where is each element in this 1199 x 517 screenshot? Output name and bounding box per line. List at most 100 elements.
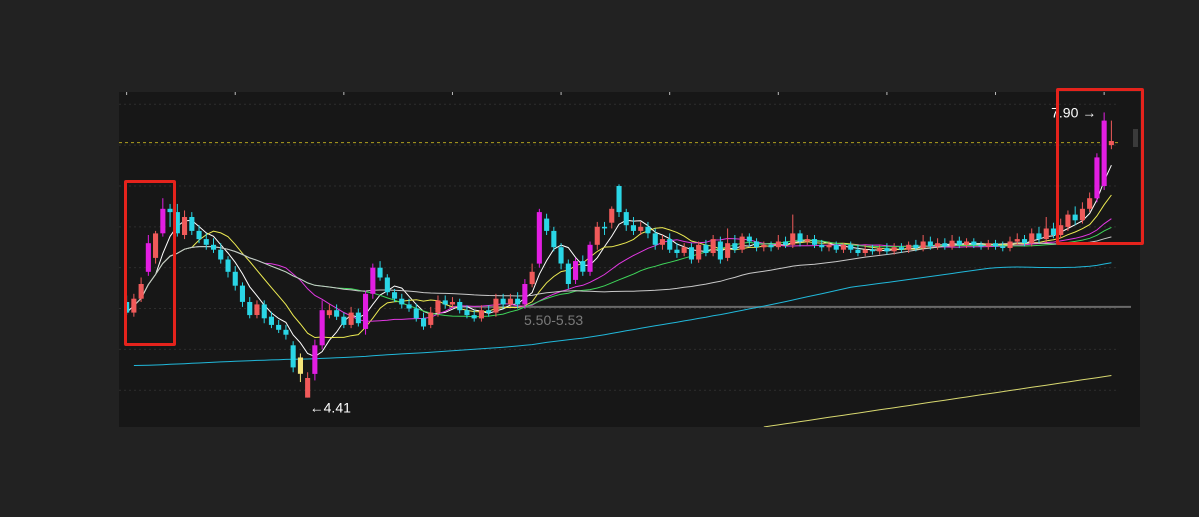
candle-body [319,310,325,346]
candle-body [573,261,579,280]
candle-body [276,324,282,330]
candle-body [507,298,513,305]
candle-body [949,240,955,247]
candle-body [732,243,738,250]
candle-body [261,304,267,319]
candle-body [594,226,600,245]
candle-body [790,233,796,245]
candle-body [942,243,948,247]
candle-body [435,300,441,313]
candle-body [877,248,883,252]
candle-body [218,249,224,260]
candle-body [413,308,419,319]
candle-body [703,244,709,253]
candle-body [341,316,347,325]
candle-body [1007,241,1013,248]
candle-body [906,244,912,250]
candle-body [529,271,535,285]
candle-body [761,244,767,248]
candle-body [725,243,731,258]
candle-body [500,298,506,305]
candle-body [862,249,868,253]
candle-body [971,241,977,245]
candle-body [254,304,260,315]
candle-body [797,233,803,242]
candle-body [804,239,810,242]
candle-body [493,298,499,313]
candle-body [225,259,231,272]
candle-body [449,302,455,305]
candle-body [536,212,542,264]
candle-body [558,247,564,264]
candle-body [768,244,774,248]
candle-body [812,239,818,245]
candle-body [681,247,687,253]
candle-body [189,217,195,231]
candle-body [268,316,274,325]
candle-body [312,345,318,374]
candle-body [848,244,854,250]
candle-body [363,293,369,329]
candle-body [399,298,405,305]
candle-body [616,186,622,213]
candle-body [927,241,933,247]
candle-body [840,244,846,250]
candle-body [1022,239,1028,244]
candle-body [196,230,202,240]
candle-body [384,277,390,293]
candle-body [232,271,238,286]
candle-body [326,310,332,316]
candle-body [638,226,644,231]
candle-body [478,310,484,319]
candle-body [290,345,296,368]
candle-body [406,304,412,309]
candle-body [710,239,716,253]
candle-body [645,226,651,234]
candle-body [1000,246,1006,248]
candlestick-chart: 7.90 →←4.415.50-5.53 [119,92,1138,427]
candle-body [486,310,492,313]
candle-body [652,233,658,245]
candle-body [993,243,999,247]
candle-body [515,298,521,305]
candle-body [667,239,673,250]
low-price-label: ←4.41 [310,400,351,416]
candle-body [674,249,680,253]
candle-body [630,225,636,231]
candle-body [891,247,897,252]
candle-body [580,261,586,272]
candle-body [182,217,188,235]
candle-body [457,302,463,311]
candle-body [920,241,926,248]
candle-body [348,312,354,325]
candle-body [717,241,723,260]
candle-body [623,212,629,226]
candle-body [869,249,875,252]
candle-body [1036,233,1042,240]
candle-body [688,247,694,260]
candle-body [283,329,289,335]
candle-body [884,248,890,252]
candle-body [239,285,245,302]
candle-body [334,310,340,317]
level-label: 5.50-5.53 [524,312,583,328]
candle-body [370,267,376,294]
candle-body [783,241,789,245]
candle-body [1043,228,1049,240]
candle-body [587,244,593,272]
candle-body [985,243,991,247]
candle-body [956,240,962,245]
candle-body [392,292,398,299]
candle-body [855,249,861,253]
candle-body [355,312,361,324]
candle-body [746,236,752,242]
ma-line-ma250 [763,375,1112,427]
candle-body [935,243,941,247]
candle-body [826,244,832,248]
candle-body [544,218,550,231]
candle-body [203,239,209,245]
candle-body [565,263,571,284]
candle-body [659,239,665,245]
chart-panel: 7.90 → ←4.41 5.50-5.53 [119,92,1140,427]
candle-body [442,300,448,305]
